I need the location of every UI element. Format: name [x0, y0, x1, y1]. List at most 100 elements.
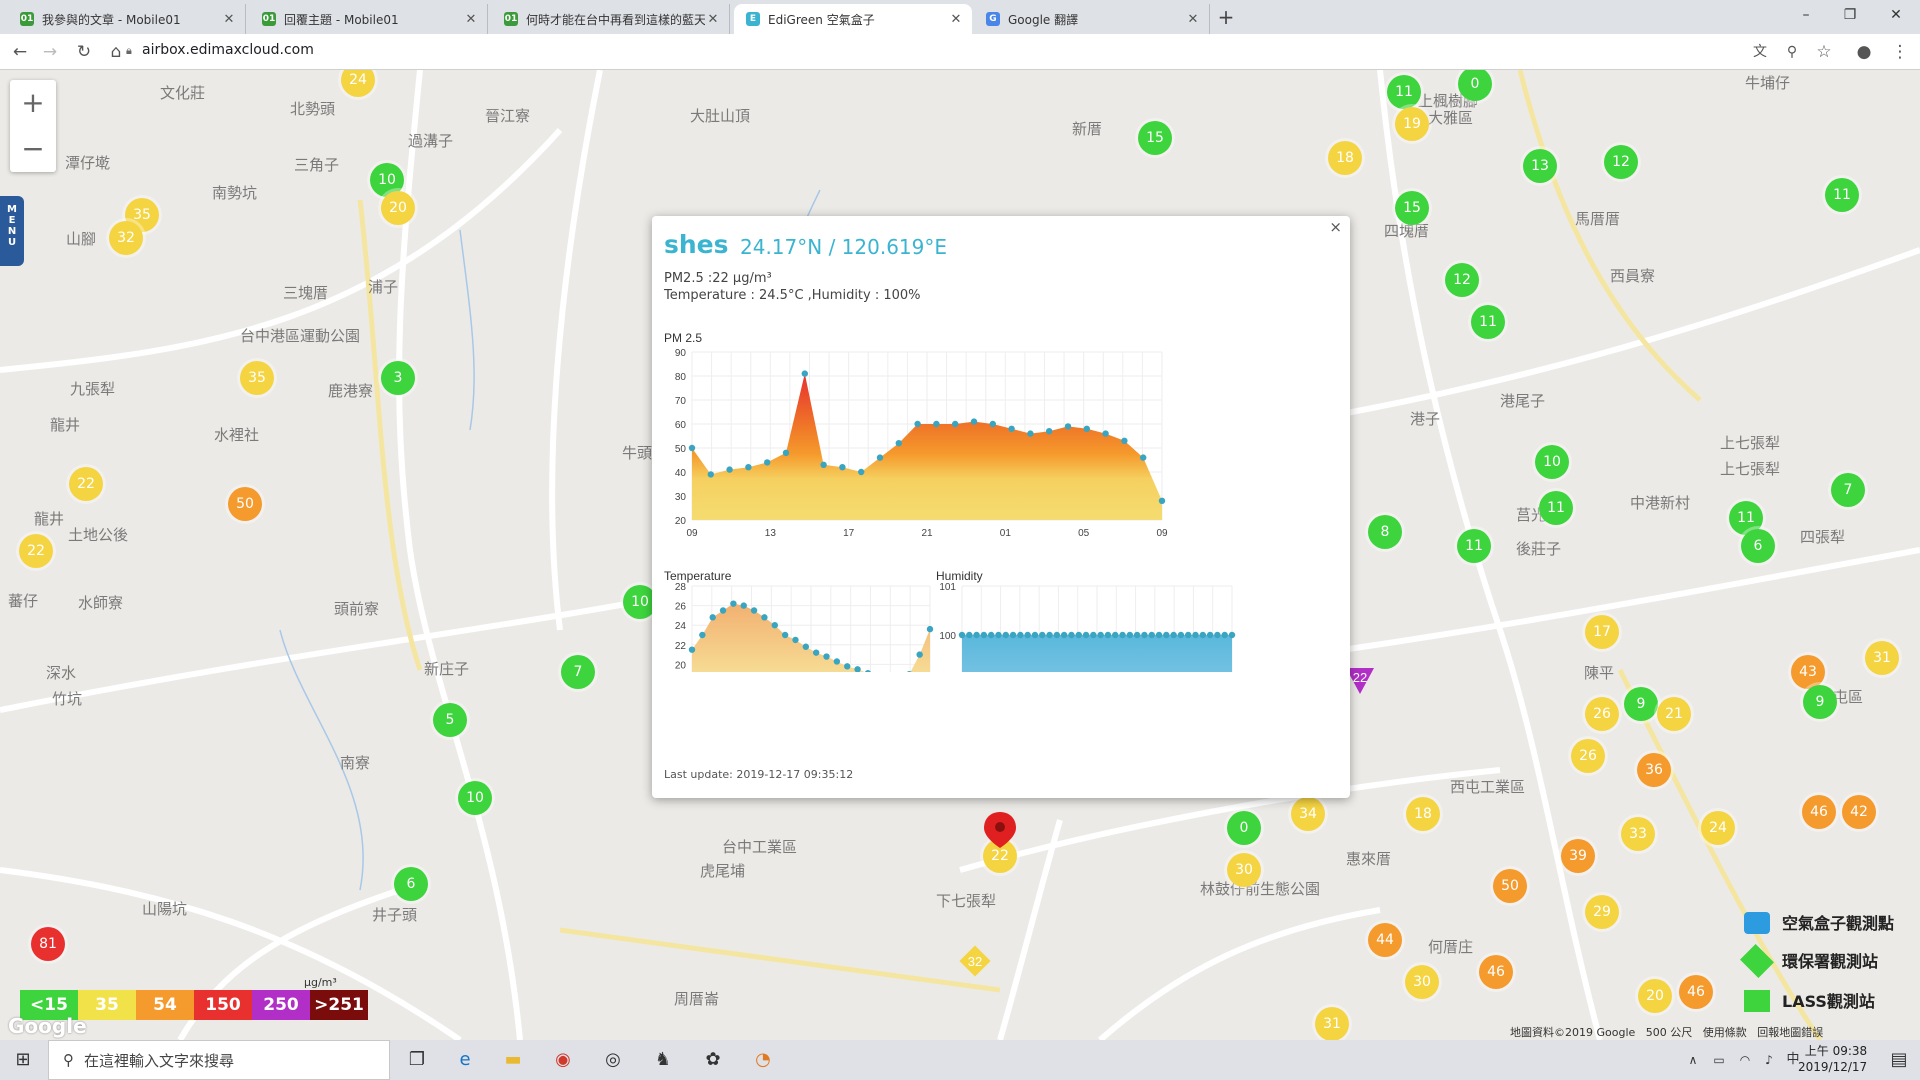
- airbox-marker[interactable]: 39: [1561, 839, 1595, 873]
- taskbar-search[interactable]: ⚲ 在這裡輸入文字來搜尋: [48, 1040, 390, 1080]
- airbox-marker[interactable]: 11: [1471, 305, 1505, 339]
- task-view-icon[interactable]: ❐: [404, 1048, 430, 1072]
- airbox-marker[interactable]: 81: [31, 927, 65, 961]
- tab-1[interactable]: 01 我參與的文章 - Mobile01 ✕: [8, 4, 246, 34]
- airbox-marker[interactable]: 19: [1395, 107, 1429, 141]
- volume-icon[interactable]: ♪: [1756, 1048, 1782, 1072]
- maximize-button[interactable]: ❐: [1830, 4, 1870, 26]
- airbox-marker[interactable]: 10: [458, 781, 492, 815]
- airbox-marker[interactable]: 35: [240, 361, 274, 395]
- airbox-marker[interactable]: 11: [1825, 178, 1859, 212]
- airbox-marker[interactable]: 11: [1387, 75, 1421, 109]
- clock[interactable]: 上午 09:38 2019/12/17: [1798, 1043, 1867, 1075]
- tab-close-icon[interactable]: ✕: [463, 12, 479, 27]
- tab-3[interactable]: 01 何時才能在台中再看到這樣的藍天 ✕: [492, 4, 730, 34]
- app-icon-1[interactable]: ◎: [600, 1048, 626, 1072]
- airbox-marker[interactable]: 18: [1406, 797, 1440, 831]
- airbox-marker[interactable]: 5: [433, 703, 467, 737]
- airbox-marker[interactable]: 17: [1585, 615, 1619, 649]
- home-icon[interactable]: ⌂: [104, 40, 128, 64]
- app-icon-3[interactable]: ✿: [700, 1048, 726, 1072]
- new-tab-button[interactable]: +: [1214, 6, 1238, 30]
- app-icon-4[interactable]: ◔: [750, 1048, 776, 1072]
- airbox-marker[interactable]: 15: [1395, 191, 1429, 225]
- zoom-icon[interactable]: ⚲: [1780, 40, 1804, 64]
- airbox-marker[interactable]: 22: [69, 467, 103, 501]
- epa-station-marker-icon[interactable]: 32: [958, 944, 992, 978]
- tab-close-icon[interactable]: ✕: [1185, 12, 1201, 27]
- tab-4[interactable]: E EdiGreen 空氣盒子 ✕: [734, 4, 972, 34]
- tab-2[interactable]: 01 回覆主題 - Mobile01 ✕: [250, 4, 488, 34]
- airbox-marker[interactable]: 50: [228, 487, 262, 521]
- reload-icon[interactable]: ↻: [72, 40, 96, 64]
- airbox-marker[interactable]: 15: [1138, 121, 1172, 155]
- airbox-marker[interactable]: 20: [1638, 979, 1672, 1013]
- zoom-in-button[interactable]: +: [10, 80, 56, 126]
- airbox-marker[interactable]: 0: [1227, 811, 1261, 845]
- back-icon[interactable]: ←: [8, 40, 32, 64]
- file-explorer-icon[interactable]: ▬: [500, 1048, 526, 1072]
- tab-close-icon[interactable]: ✕: [948, 12, 964, 27]
- airbox-marker[interactable]: 31: [1315, 1007, 1349, 1040]
- airbox-marker[interactable]: 44: [1368, 923, 1402, 957]
- airbox-marker[interactable]: 12: [1604, 145, 1638, 179]
- edge-icon[interactable]: e: [452, 1048, 478, 1072]
- airbox-marker[interactable]: 11: [1539, 491, 1573, 525]
- windows-start-icon[interactable]: ⊞: [10, 1048, 36, 1072]
- airbox-marker[interactable]: 7: [1831, 473, 1865, 507]
- airbox-marker[interactable]: 26: [1571, 739, 1605, 773]
- airbox-marker[interactable]: 30: [1405, 965, 1439, 999]
- battery-icon[interactable]: ▭: [1706, 1048, 1732, 1072]
- tray-chevron-icon[interactable]: ∧: [1680, 1048, 1706, 1072]
- chrome-icon[interactable]: ◉: [550, 1048, 576, 1072]
- map-pin-icon[interactable]: [980, 810, 1020, 850]
- address-bar[interactable]: airbox.edimaxcloud.com: [142, 42, 314, 58]
- tab-close-icon[interactable]: ✕: [705, 12, 721, 27]
- translate-icon[interactable]: 文: [1748, 40, 1772, 64]
- airbox-marker[interactable]: 32: [109, 221, 143, 255]
- airbox-marker[interactable]: 20: [381, 191, 415, 225]
- report-link[interactable]: 回報地圖錯誤: [1757, 1026, 1823, 1039]
- airbox-marker[interactable]: 6: [1741, 529, 1775, 563]
- more-menu-icon[interactable]: ⋮: [1888, 40, 1912, 64]
- airbox-marker[interactable]: 9: [1624, 687, 1658, 721]
- wifi-icon[interactable]: ◠: [1732, 1048, 1758, 1072]
- airbox-marker[interactable]: 46: [1679, 975, 1713, 1009]
- zoom-out-button[interactable]: −: [10, 126, 56, 172]
- airbox-marker[interactable]: 46: [1479, 955, 1513, 989]
- airbox-marker[interactable]: 8: [1368, 515, 1402, 549]
- airbox-marker[interactable]: 29: [1585, 895, 1619, 929]
- popup-close-button[interactable]: ×: [1329, 218, 1342, 236]
- airbox-marker[interactable]: 7: [561, 655, 595, 689]
- airbox-marker[interactable]: 11: [1457, 529, 1491, 563]
- airbox-marker[interactable]: 34: [1291, 797, 1325, 831]
- airbox-marker[interactable]: 31: [1865, 641, 1899, 675]
- terms-link[interactable]: 使用條款: [1703, 1026, 1747, 1039]
- menu-tab[interactable]: MENU: [0, 196, 24, 266]
- airbox-marker[interactable]: 46: [1802, 795, 1836, 829]
- airbox-marker[interactable]: 42: [1842, 795, 1876, 829]
- airbox-marker[interactable]: 22: [19, 534, 53, 568]
- airbox-marker[interactable]: 10: [1535, 445, 1569, 479]
- minimize-button[interactable]: –: [1786, 4, 1826, 26]
- airbox-marker[interactable]: 50: [1493, 869, 1527, 903]
- airbox-marker[interactable]: 6: [394, 867, 428, 901]
- airbox-marker[interactable]: 30: [1227, 853, 1261, 887]
- airbox-marker[interactable]: 9: [1803, 685, 1837, 719]
- airbox-marker[interactable]: 13: [1523, 149, 1557, 183]
- airbox-marker[interactable]: 18: [1328, 141, 1362, 175]
- airbox-marker[interactable]: 26: [1585, 697, 1619, 731]
- airbox-marker[interactable]: 21: [1657, 697, 1691, 731]
- bookmark-star-icon[interactable]: ☆: [1812, 40, 1836, 64]
- airbox-marker[interactable]: 36: [1637, 753, 1671, 787]
- airbox-marker[interactable]: 12: [1445, 263, 1479, 297]
- airbox-marker[interactable]: 24: [1701, 811, 1735, 845]
- notification-icon[interactable]: ▤: [1886, 1048, 1912, 1072]
- airbox-marker[interactable]: 43: [1791, 655, 1825, 689]
- airbox-marker[interactable]: 33: [1621, 817, 1655, 851]
- airbox-marker[interactable]: 3: [381, 361, 415, 395]
- app-icon-2[interactable]: ♞: [650, 1048, 676, 1072]
- profile-icon[interactable]: ●: [1852, 40, 1876, 64]
- close-window-button[interactable]: ✕: [1876, 4, 1916, 26]
- forward-icon[interactable]: →: [38, 40, 62, 64]
